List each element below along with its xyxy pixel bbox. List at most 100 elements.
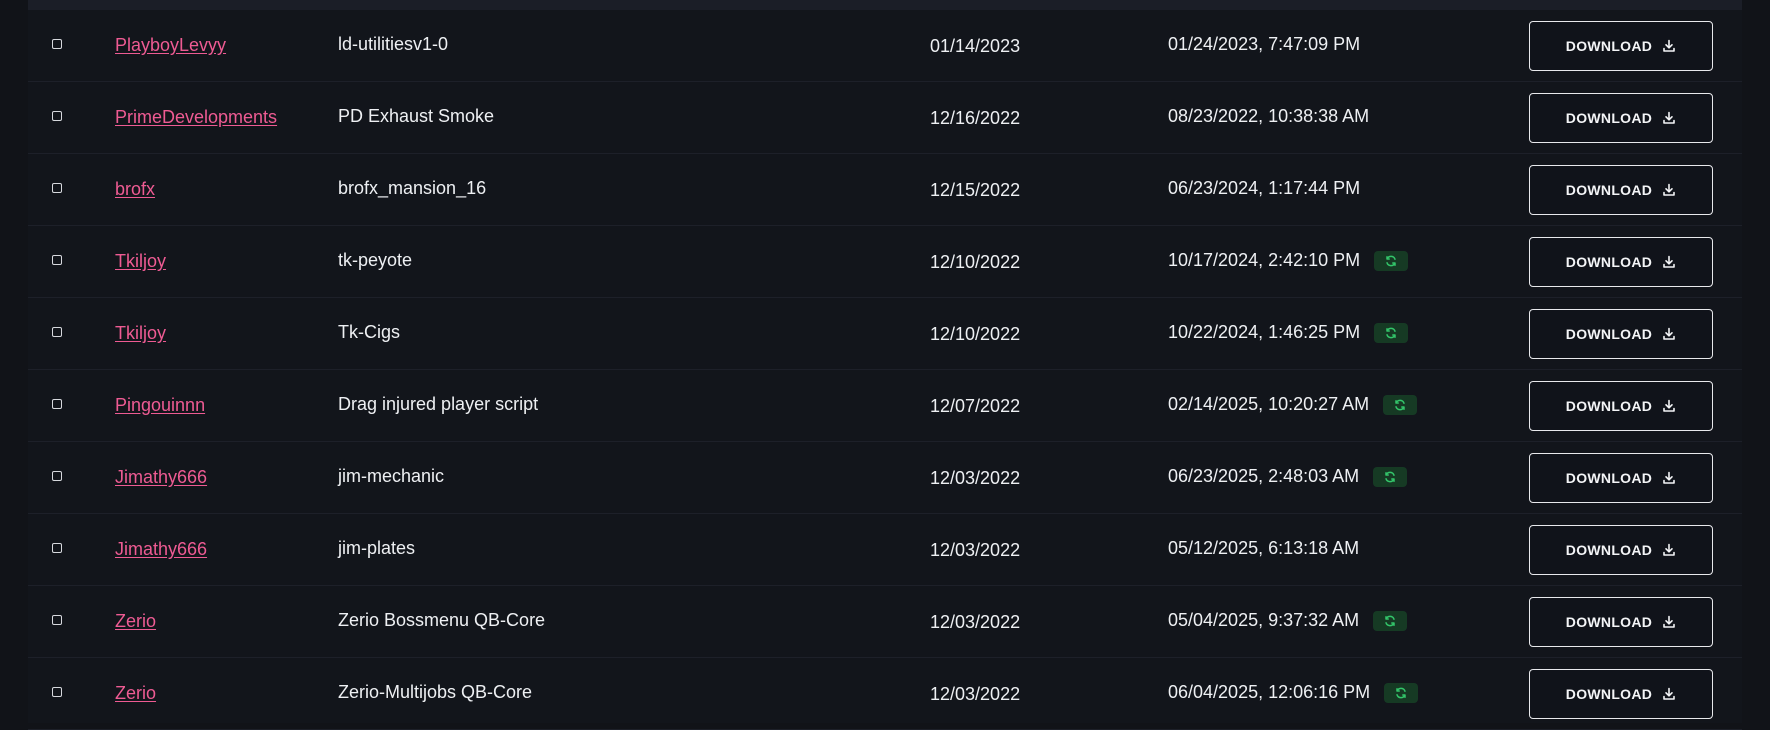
updated-timestamp: 06/23/2025, 2:48:03 AM xyxy=(1168,466,1360,486)
download-button[interactable]: DOWNLOAD xyxy=(1529,669,1713,719)
download-icon xyxy=(1662,327,1676,341)
resource-name: brofx_mansion_16 xyxy=(338,178,487,198)
updated-timestamp: 01/24/2023, 7:47:09 PM xyxy=(1168,34,1361,54)
update-badge xyxy=(1373,466,1408,487)
resource-name: Drag injured player script xyxy=(338,394,539,414)
row-checkbox[interactable] xyxy=(52,39,62,49)
author-link[interactable]: Jimathy666 xyxy=(115,539,207,560)
download-button[interactable]: DOWNLOAD xyxy=(1529,597,1713,647)
updated-cell: 10/17/2024, 2:42:10 PM xyxy=(1168,250,1409,271)
updated-timestamp: 10/22/2024, 1:46:25 PM xyxy=(1168,322,1361,342)
table-row: brofx brofx_mansion_16 12/15/2022 06/23/… xyxy=(28,154,1742,226)
table-row: PlayboyLevyy ld-utilitiesv1-0 01/14/2023… xyxy=(28,10,1742,82)
created-date: 12/03/2022 xyxy=(930,540,1021,560)
download-button-label: DOWNLOAD xyxy=(1565,182,1653,198)
resource-name: PD Exhaust Smoke xyxy=(338,106,495,126)
download-button-label: DOWNLOAD xyxy=(1565,614,1653,630)
created-date: 12/03/2022 xyxy=(930,612,1021,632)
resource-name: jim-mechanic xyxy=(338,466,445,486)
author-link[interactable]: Pingouinnn xyxy=(115,395,205,416)
resource-name: jim-plates xyxy=(338,538,416,558)
table-body: PlayboyLevyy ld-utilitiesv1-0 01/14/2023… xyxy=(28,10,1742,730)
download-button[interactable]: DOWNLOAD xyxy=(1529,21,1713,71)
table-row: Pingouinnn Drag injured player script 12… xyxy=(28,370,1742,442)
download-button-label: DOWNLOAD xyxy=(1565,38,1653,54)
updated-cell: 06/23/2025, 2:48:03 AM xyxy=(1168,466,1408,487)
updated-cell: 06/23/2024, 1:17:44 PM xyxy=(1168,178,1360,199)
created-date: 12/16/2022 xyxy=(930,108,1021,128)
row-checkbox[interactable] xyxy=(52,327,62,337)
row-checkbox[interactable] xyxy=(52,615,62,625)
row-checkbox[interactable] xyxy=(52,471,62,481)
download-icon xyxy=(1662,183,1676,197)
updated-timestamp: 08/23/2022, 10:38:38 AM xyxy=(1168,106,1370,126)
download-icon xyxy=(1662,543,1676,557)
updated-cell: 05/04/2025, 9:37:32 AM xyxy=(1168,610,1408,631)
update-badge xyxy=(1384,682,1419,703)
resource-name: ld-utilitiesv1-0 xyxy=(338,34,449,54)
download-button-label: DOWNLOAD xyxy=(1565,470,1653,486)
updated-cell: 02/14/2025, 10:20:27 AM xyxy=(1168,394,1418,415)
resource-name: Zerio Bossmenu QB-Core xyxy=(338,610,546,630)
author-link[interactable]: Zerio xyxy=(115,611,156,632)
download-button[interactable]: DOWNLOAD xyxy=(1529,237,1713,287)
download-icon xyxy=(1662,399,1676,413)
author-link[interactable]: Tkiljoy xyxy=(115,323,166,344)
row-checkbox[interactable] xyxy=(52,399,62,409)
download-icon xyxy=(1662,255,1676,269)
download-button[interactable]: DOWNLOAD xyxy=(1529,453,1713,503)
download-icon xyxy=(1662,39,1676,53)
download-icon xyxy=(1662,687,1676,701)
refresh-icon xyxy=(1385,615,1395,626)
download-icon xyxy=(1662,615,1676,629)
table-row: PrimeDevelopments PD Exhaust Smoke 12/16… xyxy=(28,82,1742,154)
refresh-icon xyxy=(1385,471,1395,482)
refresh-icon xyxy=(1396,687,1406,698)
download-button[interactable]: DOWNLOAD xyxy=(1529,309,1713,359)
download-icon xyxy=(1662,111,1676,125)
download-button-label: DOWNLOAD xyxy=(1565,254,1653,270)
row-checkbox[interactable] xyxy=(52,255,62,265)
update-badge xyxy=(1374,250,1409,271)
updated-timestamp: 05/12/2025, 6:13:18 AM xyxy=(1168,538,1360,558)
download-button[interactable]: DOWNLOAD xyxy=(1529,525,1713,575)
table-row: Jimathy666 jim-plates 12/03/2022 05/12/2… xyxy=(28,514,1742,586)
author-link[interactable]: brofx xyxy=(115,179,155,200)
updated-timestamp: 06/04/2025, 12:06:16 PM xyxy=(1168,682,1371,702)
created-date: 12/07/2022 xyxy=(930,396,1021,416)
download-button-label: DOWNLOAD xyxy=(1565,110,1653,126)
created-date: 12/15/2022 xyxy=(930,180,1021,200)
author-link[interactable]: PrimeDevelopments xyxy=(115,107,277,128)
created-date: 12/10/2022 xyxy=(930,324,1021,344)
row-checkbox[interactable] xyxy=(52,183,62,193)
author-link[interactable]: Jimathy666 xyxy=(115,467,207,488)
row-checkbox[interactable] xyxy=(52,111,62,121)
updated-timestamp: 10/17/2024, 2:42:10 PM xyxy=(1168,250,1361,270)
created-date: 12/10/2022 xyxy=(930,252,1021,272)
table-row: Tkiljoy Tk-Cigs 12/10/2022 10/22/2024, 1… xyxy=(28,298,1742,370)
updated-cell: 06/04/2025, 12:06:16 PM xyxy=(1168,682,1419,703)
refresh-icon xyxy=(1395,399,1405,410)
download-button[interactable]: DOWNLOAD xyxy=(1529,381,1713,431)
row-checkbox[interactable] xyxy=(52,543,62,553)
resource-name: Zerio-Multijobs QB-Core xyxy=(338,682,533,702)
download-button[interactable]: DOWNLOAD xyxy=(1529,165,1713,215)
updated-cell: 10/22/2024, 1:46:25 PM xyxy=(1168,322,1409,343)
updated-timestamp: 02/14/2025, 10:20:27 AM xyxy=(1168,394,1370,414)
row-checkbox[interactable] xyxy=(52,687,62,697)
download-button-label: DOWNLOAD xyxy=(1565,686,1653,702)
resource-name: tk-peyote xyxy=(338,250,413,270)
author-link[interactable]: Tkiljoy xyxy=(115,251,166,272)
created-date: 01/14/2023 xyxy=(930,36,1021,56)
updated-cell: 05/12/2025, 6:13:18 AM xyxy=(1168,538,1359,559)
table-row: Jimathy666 jim-mechanic 12/03/2022 06/23… xyxy=(28,442,1742,514)
created-date: 12/03/2022 xyxy=(930,684,1021,704)
table-row: Zerio Zerio-Multijobs QB-Core 12/03/2022… xyxy=(28,658,1742,730)
refresh-icon xyxy=(1386,255,1396,266)
download-button[interactable]: DOWNLOAD xyxy=(1529,93,1713,143)
update-badge xyxy=(1383,394,1418,415)
resource-name: Tk-Cigs xyxy=(338,322,400,342)
updated-cell: 08/23/2022, 10:38:38 AM xyxy=(1168,106,1369,127)
author-link[interactable]: Zerio xyxy=(115,683,156,704)
author-link[interactable]: PlayboyLevyy xyxy=(115,35,226,56)
